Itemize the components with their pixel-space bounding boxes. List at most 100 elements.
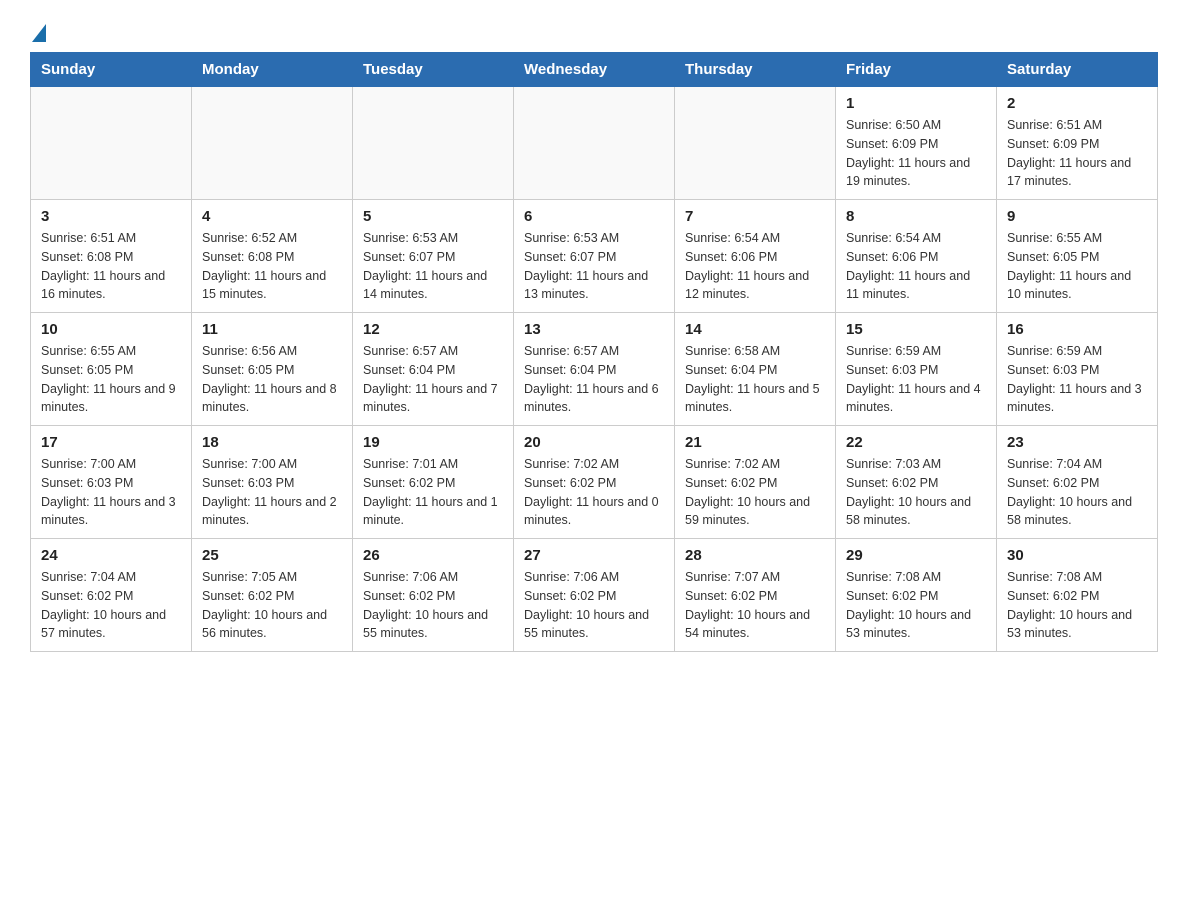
day-number: 12 <box>363 321 503 338</box>
calendar-day-cell: 8 Sunrise: 6:54 AMSunset: 6:06 PMDaylight… <box>836 200 997 313</box>
calendar-day-cell: 25Sunrise: 7:05 AMSunset: 6:02 PMDayligh… <box>192 539 353 652</box>
calendar-day-cell <box>675 87 836 200</box>
day-of-week-header-monday: Monday <box>192 53 353 87</box>
day-info: Sunrise: 6:51 AMSunset: 6:08 PMDaylight:… <box>41 229 181 304</box>
day-info: Sunrise: 7:02 AMSunset: 6:02 PMDaylight:… <box>685 455 825 530</box>
day-number: 3 <box>41 208 181 225</box>
day-info: Sunrise: 7:00 AMSunset: 6:03 PMDaylight:… <box>41 455 181 530</box>
calendar-day-cell: 28Sunrise: 7:07 AMSunset: 6:02 PMDayligh… <box>675 539 836 652</box>
day-info: Sunrise: 6:53 AMSunset: 6:07 PMDaylight:… <box>524 229 664 304</box>
calendar-week-row: 3 Sunrise: 6:51 AMSunset: 6:08 PMDaylight… <box>31 200 1158 313</box>
calendar-day-cell <box>31 87 192 200</box>
calendar: SundayMondayTuesdayWednesdayThursdayFrid… <box>30 52 1158 652</box>
day-info: Sunrise: 7:04 AMSunset: 6:02 PMDaylight:… <box>1007 455 1147 530</box>
day-number: 2 <box>1007 95 1147 112</box>
day-number: 8 <box>846 208 986 225</box>
day-number: 10 <box>41 321 181 338</box>
day-number: 26 <box>363 547 503 564</box>
day-number: 9 <box>1007 208 1147 225</box>
day-info: Sunrise: 6:53 AMSunset: 6:07 PMDaylight:… <box>363 229 503 304</box>
day-info: Sunrise: 7:04 AMSunset: 6:02 PMDaylight:… <box>41 568 181 643</box>
calendar-day-cell: 6 Sunrise: 6:53 AMSunset: 6:07 PMDaylight… <box>514 200 675 313</box>
day-info: Sunrise: 7:08 AMSunset: 6:02 PMDaylight:… <box>846 568 986 643</box>
day-number: 22 <box>846 434 986 451</box>
day-info: Sunrise: 7:07 AMSunset: 6:02 PMDaylight:… <box>685 568 825 643</box>
calendar-day-cell: 27Sunrise: 7:06 AMSunset: 6:02 PMDayligh… <box>514 539 675 652</box>
calendar-day-cell: 14 Sunrise: 6:58 AMSunset: 6:04 PMDayligh… <box>675 313 836 426</box>
calendar-week-row: 10 Sunrise: 6:55 AMSunset: 6:05 PMDayligh… <box>31 313 1158 426</box>
calendar-day-cell: 7 Sunrise: 6:54 AMSunset: 6:06 PMDaylight… <box>675 200 836 313</box>
calendar-day-cell: 20 Sunrise: 7:02 AMSunset: 6:02 PMDayligh… <box>514 426 675 539</box>
day-info: Sunrise: 6:59 AMSunset: 6:03 PMDaylight:… <box>1007 342 1147 417</box>
day-of-week-header-sunday: Sunday <box>31 53 192 87</box>
calendar-day-cell: 5Sunrise: 6:53 AMSunset: 6:07 PMDaylight… <box>353 200 514 313</box>
logo <box>30 20 46 42</box>
calendar-week-row: 17 Sunrise: 7:00 AMSunset: 6:03 PMDayligh… <box>31 426 1158 539</box>
day-number: 4 <box>202 208 342 225</box>
calendar-day-cell <box>514 87 675 200</box>
calendar-day-cell: 26 Sunrise: 7:06 AMSunset: 6:02 PMDayligh… <box>353 539 514 652</box>
day-number: 11 <box>202 321 342 338</box>
day-number: 13 <box>524 321 664 338</box>
calendar-day-cell: 23 Sunrise: 7:04 AMSunset: 6:02 PMDayligh… <box>997 426 1158 539</box>
day-info: Sunrise: 6:57 AMSunset: 6:04 PMDaylight:… <box>363 342 503 417</box>
day-number: 16 <box>1007 321 1147 338</box>
calendar-day-cell <box>353 87 514 200</box>
logo-triangle-icon <box>32 24 46 42</box>
day-info: Sunrise: 6:57 AMSunset: 6:04 PMDaylight:… <box>524 342 664 417</box>
calendar-day-cell: 30Sunrise: 7:08 AMSunset: 6:02 PMDayligh… <box>997 539 1158 652</box>
day-info: Sunrise: 6:54 AMSunset: 6:06 PMDaylight:… <box>846 229 986 304</box>
day-info: Sunrise: 6:58 AMSunset: 6:04 PMDaylight:… <box>685 342 825 417</box>
calendar-day-cell: 12 Sunrise: 6:57 AMSunset: 6:04 PMDayligh… <box>353 313 514 426</box>
day-number: 1 <box>846 95 986 112</box>
day-info: Sunrise: 6:51 AMSunset: 6:09 PMDaylight:… <box>1007 116 1147 191</box>
day-info: Sunrise: 7:00 AMSunset: 6:03 PMDaylight:… <box>202 455 342 530</box>
day-of-week-header-saturday: Saturday <box>997 53 1158 87</box>
day-number: 20 <box>524 434 664 451</box>
calendar-week-row: 24 Sunrise: 7:04 AMSunset: 6:02 PMDayligh… <box>31 539 1158 652</box>
calendar-day-cell: 4 Sunrise: 6:52 AMSunset: 6:08 PMDaylight… <box>192 200 353 313</box>
day-number: 30 <box>1007 547 1147 564</box>
day-info: Sunrise: 6:54 AMSunset: 6:06 PMDaylight:… <box>685 229 825 304</box>
calendar-day-cell: 19Sunrise: 7:01 AMSunset: 6:02 PMDayligh… <box>353 426 514 539</box>
calendar-day-cell: 21Sunrise: 7:02 AMSunset: 6:02 PMDayligh… <box>675 426 836 539</box>
calendar-day-cell: 11Sunrise: 6:56 AMSunset: 6:05 PMDayligh… <box>192 313 353 426</box>
day-number: 23 <box>1007 434 1147 451</box>
day-info: Sunrise: 7:06 AMSunset: 6:02 PMDaylight:… <box>524 568 664 643</box>
header <box>30 20 1158 42</box>
day-info: Sunrise: 7:03 AMSunset: 6:02 PMDaylight:… <box>846 455 986 530</box>
calendar-day-cell: 29 Sunrise: 7:08 AMSunset: 6:02 PMDayligh… <box>836 539 997 652</box>
day-of-week-header-wednesday: Wednesday <box>514 53 675 87</box>
calendar-day-cell: 15 Sunrise: 6:59 AMSunset: 6:03 PMDayligh… <box>836 313 997 426</box>
calendar-day-cell: 1 Sunrise: 6:50 AMSunset: 6:09 PMDaylight… <box>836 87 997 200</box>
calendar-day-cell: 9 Sunrise: 6:55 AMSunset: 6:05 PMDaylight… <box>997 200 1158 313</box>
day-info: Sunrise: 7:02 AMSunset: 6:02 PMDaylight:… <box>524 455 664 530</box>
day-info: Sunrise: 7:05 AMSunset: 6:02 PMDaylight:… <box>202 568 342 643</box>
day-number: 6 <box>524 208 664 225</box>
calendar-day-cell: 16 Sunrise: 6:59 AMSunset: 6:03 PMDayligh… <box>997 313 1158 426</box>
day-info: Sunrise: 6:55 AMSunset: 6:05 PMDaylight:… <box>41 342 181 417</box>
calendar-day-cell: 2 Sunrise: 6:51 AMSunset: 6:09 PMDaylight… <box>997 87 1158 200</box>
calendar-day-cell <box>192 87 353 200</box>
day-of-week-header-tuesday: Tuesday <box>353 53 514 87</box>
day-number: 17 <box>41 434 181 451</box>
day-info: Sunrise: 6:59 AMSunset: 6:03 PMDaylight:… <box>846 342 986 417</box>
day-number: 7 <box>685 208 825 225</box>
calendar-day-cell: 24 Sunrise: 7:04 AMSunset: 6:02 PMDayligh… <box>31 539 192 652</box>
day-info: Sunrise: 6:52 AMSunset: 6:08 PMDaylight:… <box>202 229 342 304</box>
day-number: 15 <box>846 321 986 338</box>
day-info: Sunrise: 6:55 AMSunset: 6:05 PMDaylight:… <box>1007 229 1147 304</box>
day-number: 24 <box>41 547 181 564</box>
day-number: 29 <box>846 547 986 564</box>
calendar-day-cell: 10 Sunrise: 6:55 AMSunset: 6:05 PMDayligh… <box>31 313 192 426</box>
day-of-week-header-thursday: Thursday <box>675 53 836 87</box>
calendar-header-row: SundayMondayTuesdayWednesdayThursdayFrid… <box>31 53 1158 87</box>
day-info: Sunrise: 7:06 AMSunset: 6:02 PMDaylight:… <box>363 568 503 643</box>
calendar-day-cell: 22 Sunrise: 7:03 AMSunset: 6:02 PMDayligh… <box>836 426 997 539</box>
day-info: Sunrise: 6:50 AMSunset: 6:09 PMDaylight:… <box>846 116 986 191</box>
day-number: 18 <box>202 434 342 451</box>
day-number: 14 <box>685 321 825 338</box>
day-of-week-header-friday: Friday <box>836 53 997 87</box>
day-info: Sunrise: 7:01 AMSunset: 6:02 PMDaylight:… <box>363 455 503 530</box>
calendar-day-cell: 3 Sunrise: 6:51 AMSunset: 6:08 PMDaylight… <box>31 200 192 313</box>
